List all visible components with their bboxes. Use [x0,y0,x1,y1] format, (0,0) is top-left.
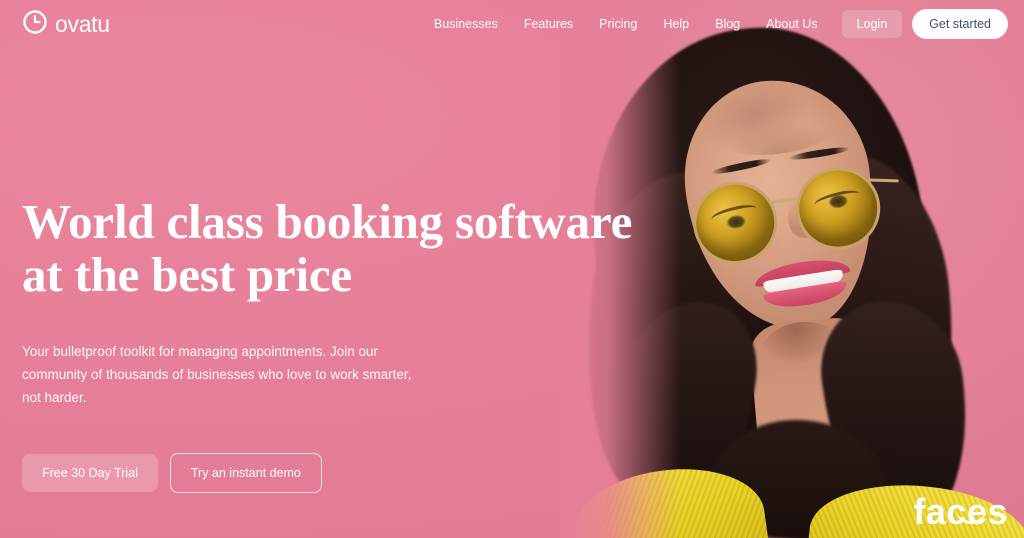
hero-content: World class booking software at the best… [22,194,642,494]
nav-item-help[interactable]: Help [663,17,689,31]
brand-name: ovatu [55,10,110,37]
hero-title-line-2: at the best price [22,246,352,302]
get-started-button[interactable]: Get started [912,9,1008,39]
hero-title-line-1: World class booking software [22,194,633,249]
iris-left [725,213,747,231]
hero-cta-group: Free 30 Day Trial Try an instant demo [22,453,642,494]
nav-actions: Login Get started [841,9,1008,39]
instant-demo-button[interactable]: Try an instant demo [169,453,322,494]
sunglass-lens-left [687,176,783,270]
hero-subtitle: Your bulletproof toolkit for managing ap… [22,343,412,406]
clock-icon [22,9,48,40]
free-trial-button[interactable]: Free 30 Day Trial [22,454,158,493]
brand-logo[interactable]: ovatu [22,9,110,40]
sunglass-bridge [768,197,797,205]
iris-right [827,193,850,210]
hero-section: faces ovatu Businesses Features Pricing … [0,0,1024,538]
navbar: ovatu Businesses Features Pricing Help B… [0,0,1024,48]
login-button[interactable]: Login [841,10,903,38]
nav-item-pricing[interactable]: Pricing [599,17,637,31]
nav-item-features[interactable]: Features [524,17,573,31]
sunglass-lens-right [790,162,886,255]
nav-item-businesses[interactable]: Businesses [434,17,498,31]
nav-item-about-us[interactable]: About Us [766,17,817,31]
nav-links: Businesses Features Pricing Help Blog Ab… [434,17,818,31]
sunglass-temple [868,178,899,183]
page-title: World class booking software at the best… [22,194,642,302]
nav-item-blog[interactable]: Blog [715,17,740,31]
